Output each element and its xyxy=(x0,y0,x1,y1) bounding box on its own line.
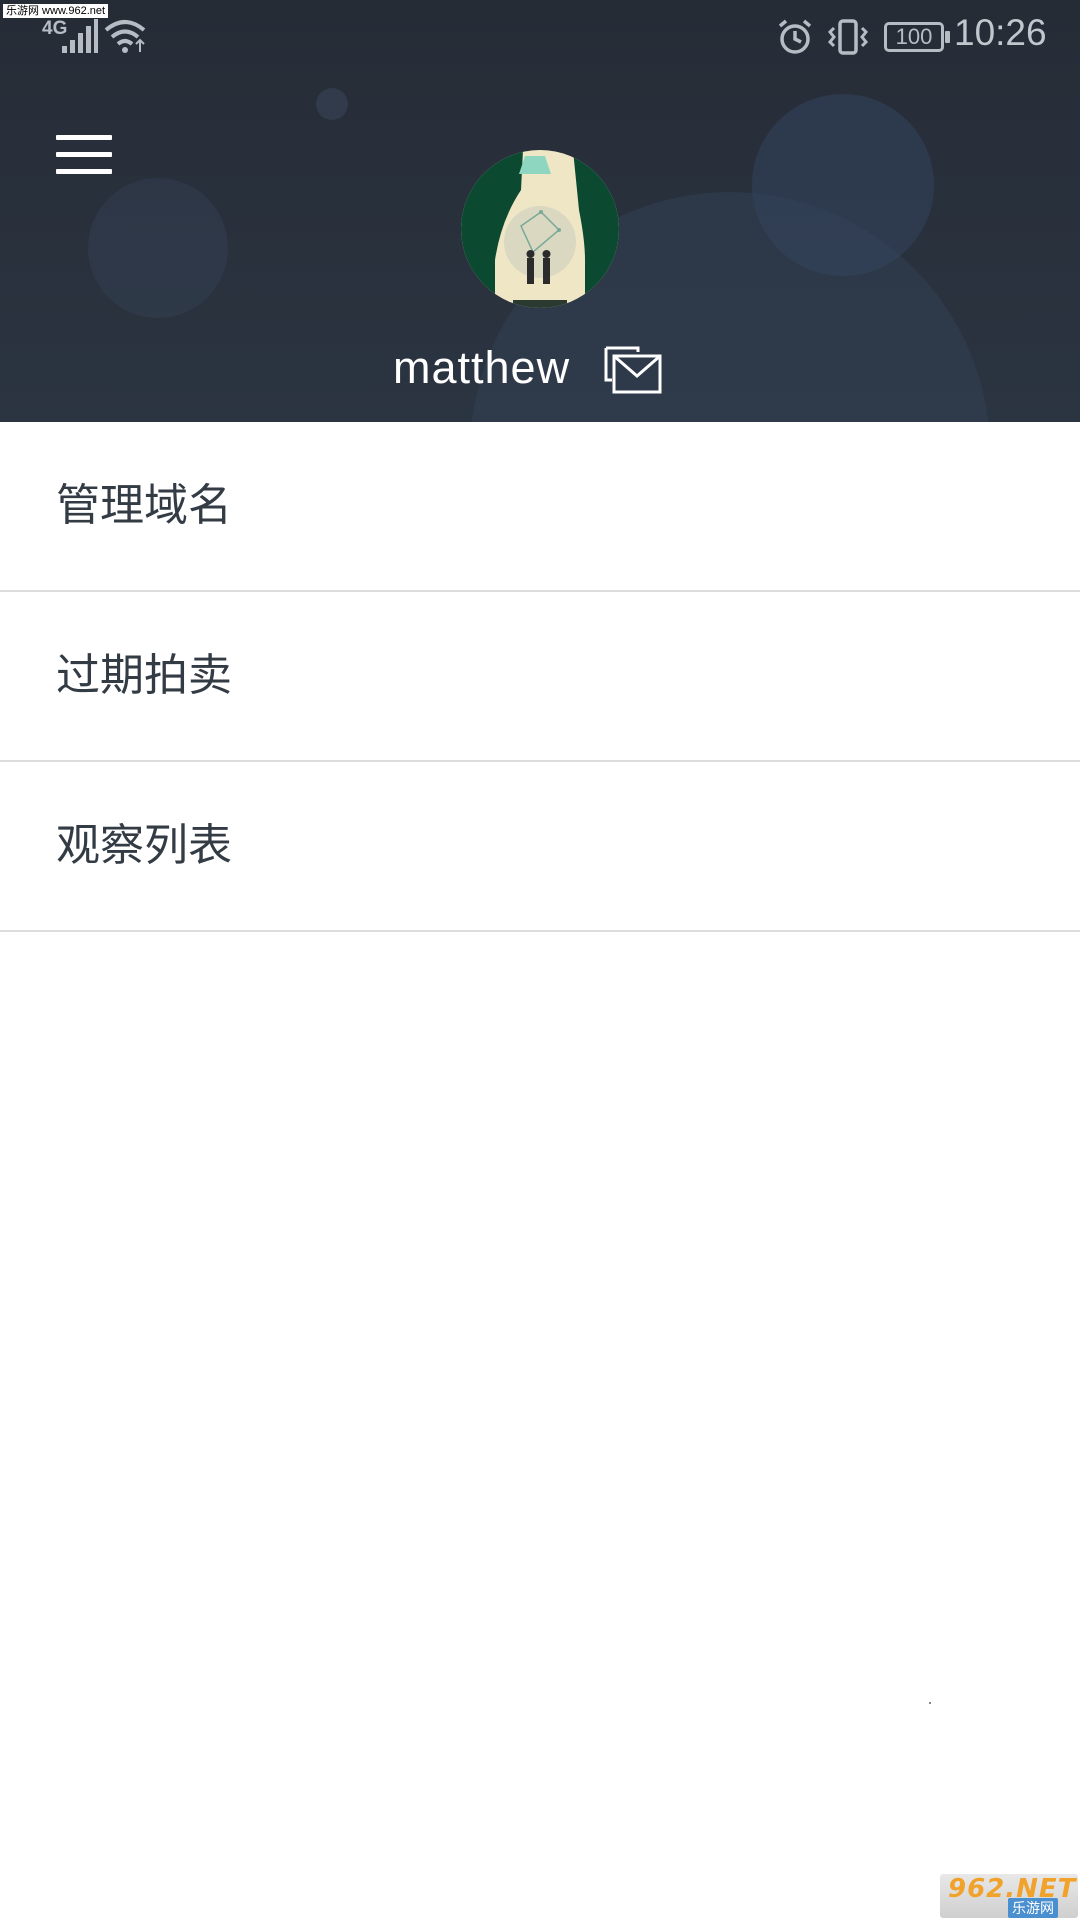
status-bar: 4G 100 10:26 xyxy=(0,0,1080,72)
clock: 10:26 xyxy=(954,12,1047,53)
menu-item-manage-domains[interactable]: 管理域名 xyxy=(0,422,1080,592)
vibrate-icon xyxy=(826,18,870,60)
menu-list: 管理域名 过期拍卖 观察列表 xyxy=(0,422,1080,932)
hamburger-menu-icon[interactable] xyxy=(56,134,114,176)
alarm-icon xyxy=(776,18,814,60)
menu-item-label: 观察列表 xyxy=(56,820,232,871)
mail-icon[interactable] xyxy=(604,344,664,396)
decorative-bubble xyxy=(88,178,228,318)
decorative-bubble xyxy=(316,88,348,120)
decorative-dot xyxy=(929,1702,931,1704)
avatar[interactable] xyxy=(461,150,619,308)
menu-item-watch-list[interactable]: 观察列表 xyxy=(0,762,1080,932)
signal-icon xyxy=(60,18,98,58)
username: matthew xyxy=(393,342,571,393)
menu-item-expired-auctions[interactable]: 过期拍卖 xyxy=(0,592,1080,762)
drawer-header: 4G 100 10:26 matthew xyxy=(0,0,1080,422)
watermark-bottom: 962.NET 乐游网 xyxy=(940,1874,1078,1918)
menu-item-label: 管理域名 xyxy=(56,480,232,531)
menu-item-label: 过期拍卖 xyxy=(56,650,232,701)
battery-icon: 100 xyxy=(884,22,950,52)
watermark-top: 乐游网 www.962.net xyxy=(3,4,109,18)
wifi-icon xyxy=(104,18,146,58)
watermark-sub: 乐游网 xyxy=(1008,1898,1058,1918)
